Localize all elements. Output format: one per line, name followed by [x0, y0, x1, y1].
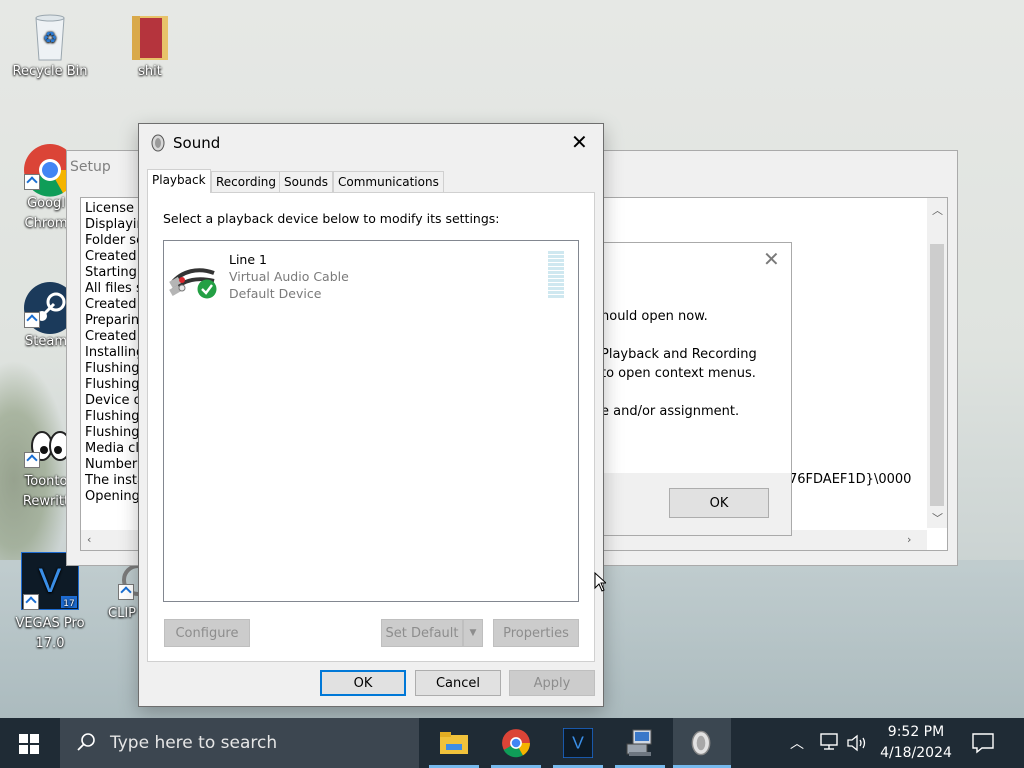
network-icon[interactable] — [818, 733, 840, 754]
steam-icon — [22, 280, 76, 334]
desktop-icon-label: shit — [138, 64, 162, 79]
setup-vertical-scrollbar[interactable]: ︿ ﹀ — [927, 198, 947, 528]
taskbar-vegas-pro[interactable]: V — [553, 718, 603, 768]
svg-text:♻: ♻ — [43, 28, 57, 47]
taskbar-chrome[interactable] — [491, 718, 541, 768]
clock[interactable]: 9:52 PM 4/18/2024 — [874, 722, 958, 764]
setup-installer-icon — [625, 728, 655, 761]
shortcut-arrow-icon — [23, 594, 39, 610]
configure-button[interactable]: Configure — [164, 619, 250, 647]
search-box[interactable]: Type here to search — [60, 718, 419, 768]
message-dialog[interactable]: ✕ hould open now. Playback and Recording… — [598, 242, 792, 536]
message-line: to open context menus. — [601, 366, 756, 381]
apply-button[interactable]: Apply — [509, 670, 595, 696]
message-line: e and/or assignment. — [601, 404, 740, 419]
chevron-up-icon[interactable]: ︿ — [790, 733, 804, 753]
svg-text:V: V — [572, 733, 584, 753]
playback-panel: Select a playback device below to modify… — [147, 192, 595, 662]
sound-dialog[interactable]: Sound ✕ Playback Recording Sounds Commun… — [138, 123, 604, 707]
desktop-icon-vegas-pro[interactable]: V 17 VEGAS Pro 17.0 — [12, 551, 88, 654]
device-name: Line 1 — [229, 252, 267, 267]
tab-recording[interactable]: Recording — [211, 171, 282, 192]
tab-communications[interactable]: Communications — [333, 171, 444, 192]
ok-button[interactable]: OK — [669, 488, 769, 518]
desktop-icon-recycle-bin[interactable]: ♻ Recycle Bin — [12, 10, 88, 82]
scroll-right-icon[interactable]: › — [907, 533, 911, 546]
windows-start-icon[interactable] — [19, 734, 39, 757]
desktop-icon-folder[interactable]: shit — [112, 10, 188, 82]
dialog-title: Sound — [173, 134, 221, 152]
shortcut-arrow-icon — [24, 312, 40, 328]
tab-playback[interactable]: Playback — [147, 169, 211, 193]
message-line: Playback and Recording — [601, 347, 757, 362]
scroll-down-icon[interactable]: ﹀ — [932, 510, 943, 526]
tab-sounds[interactable]: Sounds — [279, 171, 334, 192]
setup-title: Setup — [70, 159, 111, 175]
set-default-dropdown[interactable]: ▼ — [463, 619, 483, 647]
scroll-up-icon[interactable]: ︿ — [932, 202, 943, 218]
device-status: Default Device — [229, 286, 322, 301]
svg-text:V: V — [39, 562, 62, 600]
taskbar-sound[interactable] — [673, 718, 731, 768]
recycle-bin-icon: ♻ — [26, 10, 74, 61]
search-icon — [76, 732, 96, 755]
clock-date: 4/18/2024 — [880, 745, 952, 761]
scrollbar-thumb[interactable] — [930, 244, 944, 506]
device-list[interactable]: Line 1 Virtual Audio Cable Default Devic… — [163, 240, 579, 602]
shortcut-arrow-icon — [24, 174, 40, 190]
chrome-icon — [501, 728, 531, 761]
taskbar-file-explorer[interactable] — [429, 718, 479, 768]
close-icon[interactable]: ✕ — [571, 130, 588, 154]
setup-log-trailing-text: 76FDAEF1D}\0000 — [789, 472, 912, 487]
message-line: hould open now. — [601, 309, 708, 324]
shortcut-arrow-icon — [24, 452, 40, 468]
scroll-left-icon[interactable]: ‹ — [87, 533, 91, 546]
shortcut-arrow-icon — [118, 584, 134, 600]
notifications-icon[interactable] — [972, 732, 994, 757]
desktop-icon-label: Recycle Bin — [12, 64, 88, 79]
desktop-icon-label: VEGAS Pro 17.0 — [15, 616, 85, 651]
message-footer: OK — [599, 473, 791, 535]
setup-log-line: License a — [85, 201, 147, 216]
svg-text:17: 17 — [63, 599, 74, 609]
taskbar: Type here to search V ︿ 9:52 PM 4/18/202… — [0, 718, 1024, 768]
chrome-icon — [22, 142, 77, 197]
set-default-button[interactable]: Set Default — [381, 619, 463, 647]
instruction-text: Select a playback device below to modify… — [163, 211, 500, 226]
ok-button[interactable]: OK — [320, 670, 406, 696]
mouse-cursor-icon — [594, 571, 608, 595]
setup-log-line: Installing — [85, 345, 145, 360]
device-item-line-1[interactable]: Line 1 Virtual Audio Cable Default Devic… — [164, 241, 578, 307]
clock-time: 9:52 PM — [887, 724, 945, 740]
properties-button[interactable]: Properties — [493, 619, 579, 647]
chevron-down-icon: ▼ — [469, 628, 477, 638]
taskbar-setup[interactable] — [615, 718, 665, 768]
speaker-icon — [689, 730, 713, 759]
file-explorer-icon — [440, 732, 468, 757]
volume-level-meter — [548, 251, 564, 299]
cancel-button[interactable]: Cancel — [415, 670, 501, 696]
device-description: Virtual Audio Cable — [229, 269, 349, 284]
volume-icon[interactable] — [847, 734, 869, 755]
toontown-icon — [22, 420, 71, 468]
vegas-pro-icon: V — [562, 727, 594, 761]
close-icon[interactable]: ✕ — [763, 247, 780, 271]
folder-icon — [126, 10, 174, 60]
speaker-icon — [150, 134, 166, 155]
default-device-check-icon — [197, 279, 217, 302]
search-placeholder: Type here to search — [110, 733, 278, 753]
